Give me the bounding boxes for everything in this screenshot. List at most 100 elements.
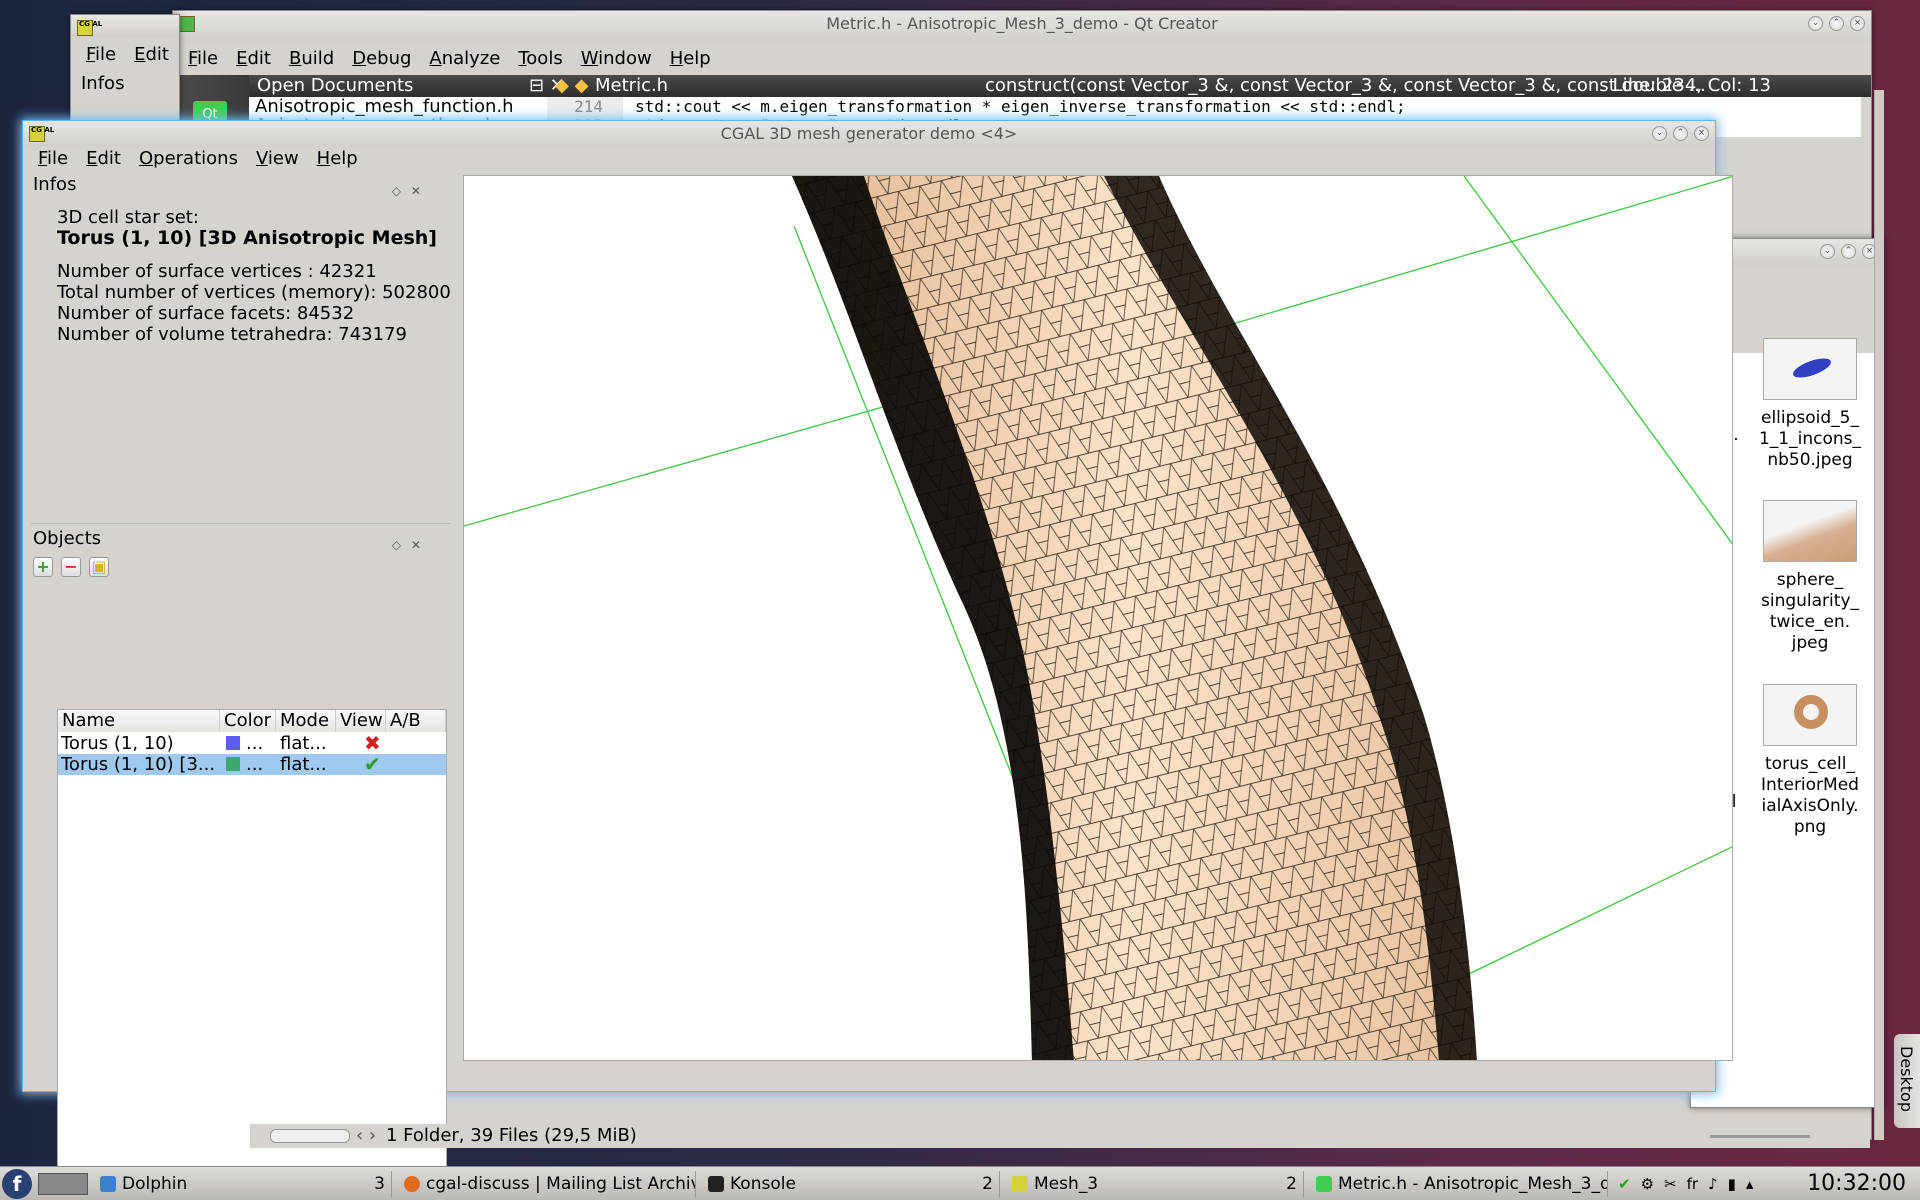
task-dolphin[interactable]: Dolphin 3 (96, 1171, 392, 1197)
menu-help[interactable]: Help (308, 145, 367, 173)
cgal-title: CGAL 3D mesh generator demo <4> (720, 124, 1018, 143)
menu-operations[interactable]: Operations (130, 145, 247, 173)
col-mode[interactable]: Mode (276, 710, 336, 732)
zoom-slider[interactable] (1710, 1135, 1810, 1138)
close-icon[interactable]: × (1850, 16, 1865, 31)
col-view[interactable]: View (336, 710, 386, 732)
3d-viewer[interactable] (463, 175, 1733, 1061)
cgal-titlebar[interactable]: CG AL CGAL 3D mesh generator demo <4> ⌄ ⌃… (23, 121, 1715, 147)
file-item[interactable]: ellipsoid_5_ 1_1_incons_ nb50.jpeg (1750, 338, 1870, 471)
back-menu-edit[interactable]: Edit (125, 41, 178, 69)
cgal-menubar: File Edit Operations View Help (23, 145, 1715, 173)
qtc-menu-file[interactable]: File (179, 45, 227, 73)
stat-line: Number of surface facets: 84532 (57, 303, 355, 324)
col-name[interactable]: Name (58, 710, 220, 732)
menu-file[interactable]: File (29, 145, 77, 173)
dock-buttons-icon[interactable]: ◇✕ (392, 179, 431, 203)
infos-dock-header[interactable]: Infos ◇✕ (31, 173, 441, 198)
settings-gear-icon[interactable]: ⚙ (1641, 1175, 1654, 1193)
objects-title: Objects (33, 528, 102, 549)
qtc-titlebar[interactable]: Metric.h - Anisotropic_Mesh_3_demo - Qt … (173, 11, 1871, 41)
file-item[interactable]: torus_cell_ InteriorMed ialAxisOnly. png (1750, 684, 1870, 838)
maximize-icon[interactable]: ⌃ (1673, 126, 1688, 141)
open-documents-combo[interactable]: Open Documents (257, 75, 413, 97)
object-name: Torus (1, 10) [3... (61, 754, 216, 775)
load-folder-icon[interactable]: ▣ (89, 557, 109, 577)
minimize-icon[interactable]: ⌄ (1652, 126, 1667, 141)
fedora-menu-icon[interactable]: f (2, 1169, 32, 1199)
qtc-menu-analyze[interactable]: Analyze (420, 45, 509, 73)
col-color[interactable]: Color (220, 710, 276, 732)
task-qtcreator[interactable]: Metric.h - Anisotropic_Mesh_3_dem (1312, 1171, 1608, 1197)
hidden-x-icon[interactable]: ✖ (364, 733, 381, 754)
objects-dock-header[interactable]: Objects ◇✕ (31, 527, 441, 552)
maximize-icon[interactable]: ⌃ (1829, 16, 1844, 31)
object-mode[interactable]: flat... (280, 733, 327, 754)
qtc-editor-toolbar: Open Documents ⊟ ✕ ◆ ◆ Metric.h construc… (249, 75, 1871, 97)
qtc-title: Metric.h - Anisotropic_Mesh_3_demo - Qt … (826, 14, 1218, 33)
file-name-line: twice_en. (1769, 612, 1851, 632)
cursor-position: Line: 234, Col: 13 (1612, 75, 1771, 96)
object-mode[interactable]: flat... (280, 754, 327, 775)
desktop-pager-icon[interactable] (38, 1173, 88, 1195)
cgal-window: CG AL CGAL 3D mesh generator demo <4> ⌄ ⌃… (22, 120, 1733, 1177)
file-tab[interactable]: Metric.h (595, 75, 668, 97)
update-check-icon[interactable]: ✔ (1618, 1175, 1631, 1193)
minimize-icon[interactable]: ⌄ (1808, 16, 1823, 31)
doc-item[interactable]: Anisotropic_mesh_function.h (255, 97, 547, 116)
table-row[interactable]: Torus (1, 10) [3... ... flat... ✔ (58, 754, 446, 775)
stat-line: Total number of vertices (memory): 50280… (57, 282, 451, 303)
col-ab[interactable]: A/B (386, 710, 446, 732)
qtc-menu-debug[interactable]: Debug (343, 45, 420, 73)
qtc-menu-build[interactable]: Build (280, 45, 343, 73)
battery-icon[interactable]: ▮ (1728, 1175, 1736, 1193)
status-text: 1 Folder, 39 Files (29,5 MiB) (386, 1125, 637, 1146)
remove-object-icon[interactable]: − (61, 557, 81, 577)
dock-buttons-icon[interactable]: ◇✕ (392, 533, 431, 557)
scrollbar-handle[interactable] (270, 1129, 350, 1143)
back-menu-file[interactable]: File (77, 41, 125, 69)
object-color[interactable]: ... (226, 754, 263, 775)
infos-stats: Number of surface vertices : 42321 Total… (57, 261, 451, 345)
task-konsole[interactable]: Konsole 2 (704, 1171, 1000, 1197)
task-browser[interactable]: cgal-discuss | Mailing List Archive ... (400, 1171, 696, 1197)
qtc-menu-help[interactable]: Help (661, 45, 720, 73)
keyboard-layout[interactable]: fr (1687, 1175, 1698, 1193)
maximize-icon[interactable]: ⌃ (1841, 244, 1856, 259)
file-name-line: torus_cell_ (1765, 754, 1855, 774)
file-name-line: 1_1_incons_ (1758, 429, 1861, 449)
image-thumbnail-icon (1763, 338, 1857, 400)
tools-icon[interactable]: ✂ (1664, 1175, 1677, 1193)
menu-edit[interactable]: Edit (77, 145, 130, 173)
task-mesh3[interactable]: Mesh_3 2 (1008, 1171, 1304, 1197)
file-name-line: ialAxisOnly. (1761, 796, 1859, 816)
clock[interactable]: 10:32:00 (1807, 1167, 1906, 1200)
menu-view[interactable]: View (247, 145, 308, 173)
nav-arrows-icon[interactable]: ◆ ◆ (555, 75, 588, 97)
qtc-menu-edit[interactable]: Edit (227, 45, 280, 73)
side-scrollbar[interactable] (1874, 90, 1884, 1140)
cgal-app-icon: CG AL (29, 126, 54, 142)
close-icon[interactable]: × (1694, 126, 1709, 141)
cgal-app-icon: CG AL (77, 20, 102, 36)
volume-icon[interactable]: ♪ (1708, 1175, 1718, 1193)
table-row[interactable]: Torus (1, 10) ... flat... ✖ (58, 733, 446, 754)
line-number: 214 (574, 97, 603, 116)
image-thumbnail-icon (1763, 684, 1857, 746)
minimize-icon[interactable]: ⌄ (1820, 244, 1835, 259)
scroll-arrows-icon[interactable]: ‹ › (356, 1124, 376, 1148)
add-object-icon[interactable]: + (33, 557, 53, 577)
file-name-line: singularity_ (1761, 591, 1859, 611)
object-color[interactable]: ... (226, 733, 263, 754)
file-name-line: sphere_ (1776, 570, 1844, 590)
system-tray: ✔ ⚙ ✂ fr ♪ ▮ ▴ (1618, 1175, 1753, 1193)
visible-check-icon[interactable]: ✔ (364, 754, 381, 775)
qt-app-icon (179, 16, 195, 32)
qtc-menu-window[interactable]: Window (572, 45, 661, 73)
tray-expand-icon[interactable]: ▴ (1746, 1175, 1754, 1193)
infos-title: Infos (33, 174, 77, 195)
qtc-menu-tools[interactable]: Tools (509, 45, 571, 73)
file-item[interactable]: sphere_ singularity_ twice_en. jpeg (1750, 500, 1870, 654)
desktop-tab[interactable]: Desktop (1894, 1034, 1920, 1128)
objects-table[interactable]: Name Color Mode View A/B Torus (1, 10) .… (57, 709, 447, 1177)
